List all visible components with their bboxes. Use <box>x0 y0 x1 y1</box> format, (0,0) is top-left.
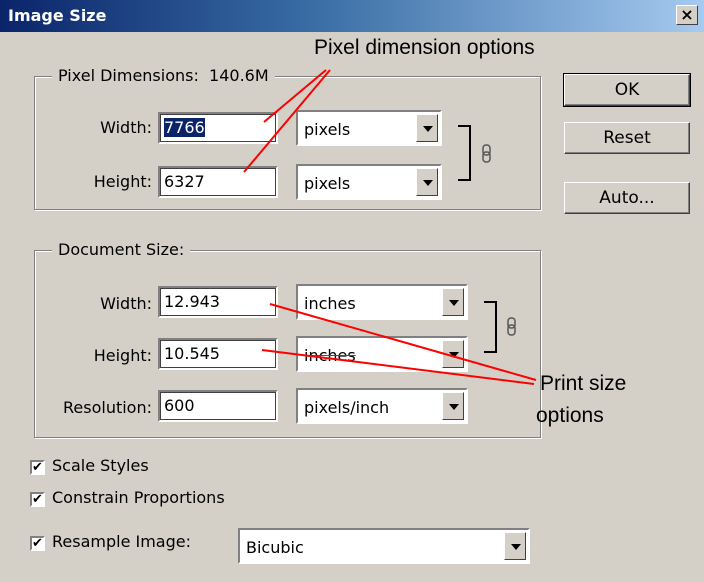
annotation-line-pixel-width <box>263 69 327 123</box>
annotation-line-pixel-height <box>243 69 331 173</box>
annotation-lines <box>243 69 537 385</box>
image-size-dialog: Image Size × Pixel Dimensions: 140.6M Wi… <box>0 0 704 582</box>
